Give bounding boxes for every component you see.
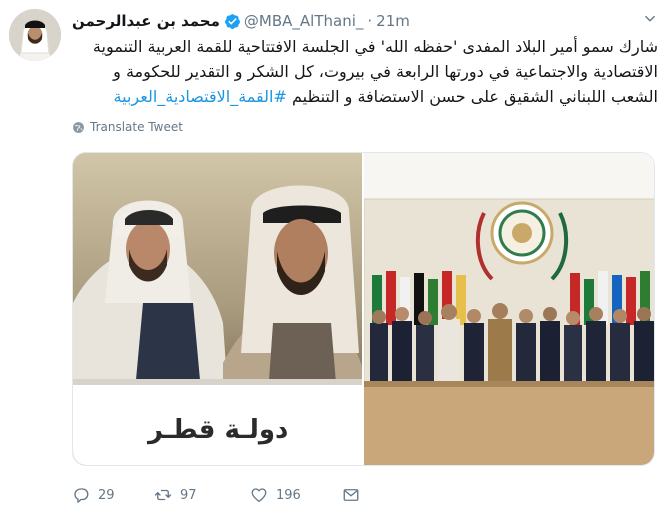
- hashtag-link[interactable]: #القمة_الاقتصادية_العربية: [114, 87, 287, 106]
- avatar[interactable]: [9, 9, 61, 61]
- chevron-down-icon[interactable]: [643, 12, 657, 26]
- retweet-icon: [154, 489, 172, 501]
- tweet-text: شارك سمو أمير البلاد المفدى 'حفظه الله' …: [72, 34, 658, 109]
- globe-icon: [73, 121, 84, 133]
- verified-badge-icon: [224, 13, 240, 29]
- display-name[interactable]: محمد بن عبدالرحمن: [72, 12, 220, 30]
- translate-label[interactable]: Translate Tweet: [90, 120, 183, 134]
- reply-count: 29: [98, 487, 115, 503]
- like-button[interactable]: 196: [250, 486, 342, 504]
- direct-message-button[interactable]: [342, 486, 368, 504]
- envelope-icon: [343, 489, 359, 501]
- translate-tweet[interactable]: Translate Tweet: [72, 120, 183, 134]
- photo-summit-group: [364, 153, 654, 465]
- tweet-time[interactable]: 21m: [376, 12, 410, 30]
- avatar-photo: [9, 9, 61, 61]
- retweet-button[interactable]: 97: [154, 486, 250, 504]
- tweet-actions: 29 97 196: [72, 486, 368, 504]
- separator-dot: ·: [367, 12, 373, 30]
- retweet-count: 97: [180, 487, 197, 503]
- reply-icon: [74, 488, 89, 503]
- photo-leaders-seated: دولـة قطـر: [73, 153, 362, 465]
- media-grid: دولـة قطـر: [72, 152, 655, 466]
- heart-icon: [251, 488, 267, 503]
- user-handle[interactable]: @MBA_AlThani_: [244, 12, 363, 30]
- media-photo-right[interactable]: [364, 153, 654, 465]
- tweet-header: محمد بن عبدالرحمن @MBA_AlThani_ · 21m: [72, 10, 410, 32]
- like-count: 196: [276, 487, 301, 503]
- media-photo-left[interactable]: دولـة قطـر: [73, 153, 362, 465]
- tweet-card[interactable]: محمد بن عبدالرحمن @MBA_AlThani_ · 21m شا…: [0, 0, 667, 520]
- reply-button[interactable]: 29: [72, 486, 154, 504]
- name-plate-text: دولـة قطـر: [146, 415, 288, 445]
